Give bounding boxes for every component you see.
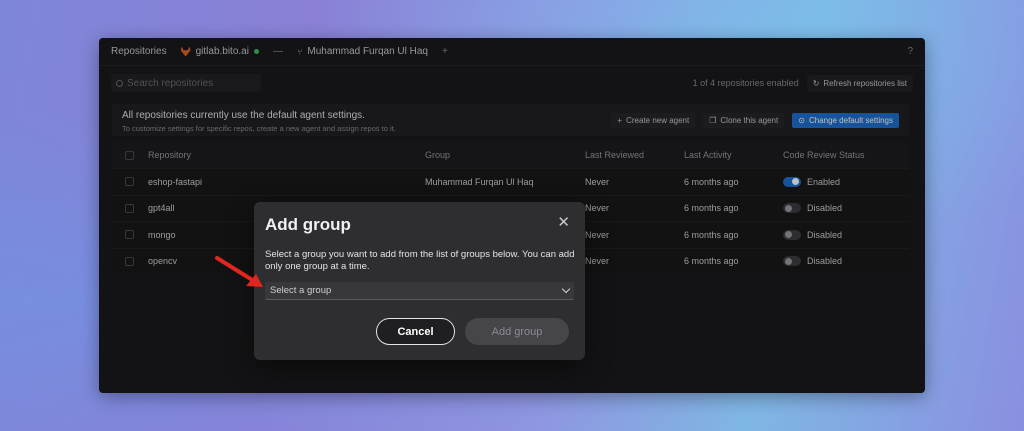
add-group-dialog: Add group ✕ Select a group you want to a… (254, 202, 585, 360)
dialog-description: Select a group you want to add from the … (265, 249, 575, 272)
group-select[interactable]: Select a group (265, 282, 574, 300)
add-group-button[interactable]: Add group (465, 318, 569, 345)
close-icon[interactable]: ✕ (557, 215, 570, 230)
chevron-down-icon (561, 284, 571, 294)
dialog-title: Add group (265, 215, 351, 234)
cancel-button[interactable]: Cancel (376, 318, 455, 345)
group-select-placeholder: Select a group (270, 285, 332, 296)
red-arrow-icon (215, 256, 263, 287)
